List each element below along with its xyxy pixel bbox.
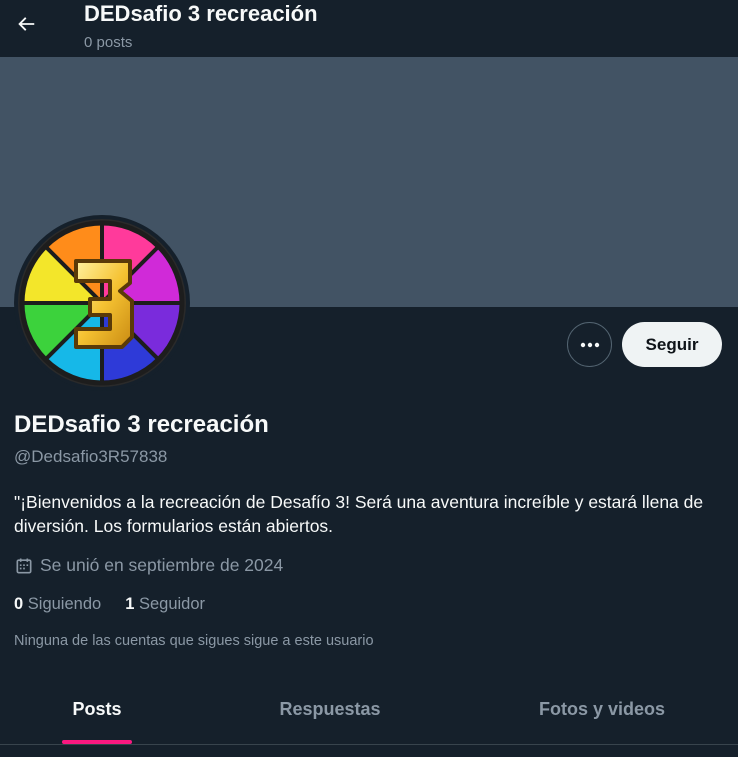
more-options-button[interactable] (567, 322, 612, 367)
profile-page: DEDsafio 3 recreación 0 posts Seguir DED… (0, 0, 738, 757)
active-tab-indicator (62, 740, 132, 744)
followers-label: Seguidor (138, 595, 206, 613)
followers-you-know-note: Ninguna de las cuentas que sigues sigue … (14, 633, 374, 649)
profile-header: DEDsafio 3 recreación 0 posts (0, 0, 738, 57)
tab-fotos-y-videos[interactable]: Fotos y videos (466, 678, 738, 744)
user-handle: @Dedsafio3R57838 (14, 447, 168, 466)
tab-label: Posts (72, 698, 122, 719)
header-posts-count: 0 posts (84, 34, 133, 51)
follow-button[interactable]: Seguir (622, 322, 722, 367)
calendar-icon (16, 558, 32, 573)
tab-label: Respuestas (279, 698, 381, 719)
tab-posts[interactable]: Posts (0, 678, 194, 744)
following-link[interactable]: 0 Siguiendo (14, 595, 101, 614)
profile-tabs: Posts Respuestas Fotos y videos (0, 678, 738, 745)
back-button[interactable] (8, 6, 44, 42)
more-dots-icon (580, 342, 599, 347)
followers-link[interactable]: 1 Seguidor (125, 595, 205, 614)
header-title: DEDsafio 3 recreación (84, 1, 318, 26)
avatar-image (18, 219, 186, 387)
joined-text: Se unió en septiembre de 2024 (40, 555, 284, 575)
tab-label: Fotos y videos (538, 698, 666, 719)
follow-stats: 0 Siguiendo 1 Seguidor (14, 595, 205, 614)
followers-count: 1 (125, 595, 135, 613)
following-label: Siguiendo (27, 595, 102, 613)
tab-respuestas[interactable]: Respuestas (194, 678, 466, 744)
avatar[interactable] (14, 215, 190, 391)
joined-date: Se unió en septiembre de 2024 (14, 555, 283, 576)
profile-bio: "¡Bienvenidos a la recreación de Desafío… (14, 492, 704, 536)
display-name: DEDsafio 3 recreación (14, 411, 269, 438)
arrow-left-icon (18, 17, 35, 31)
following-count: 0 (14, 595, 24, 613)
